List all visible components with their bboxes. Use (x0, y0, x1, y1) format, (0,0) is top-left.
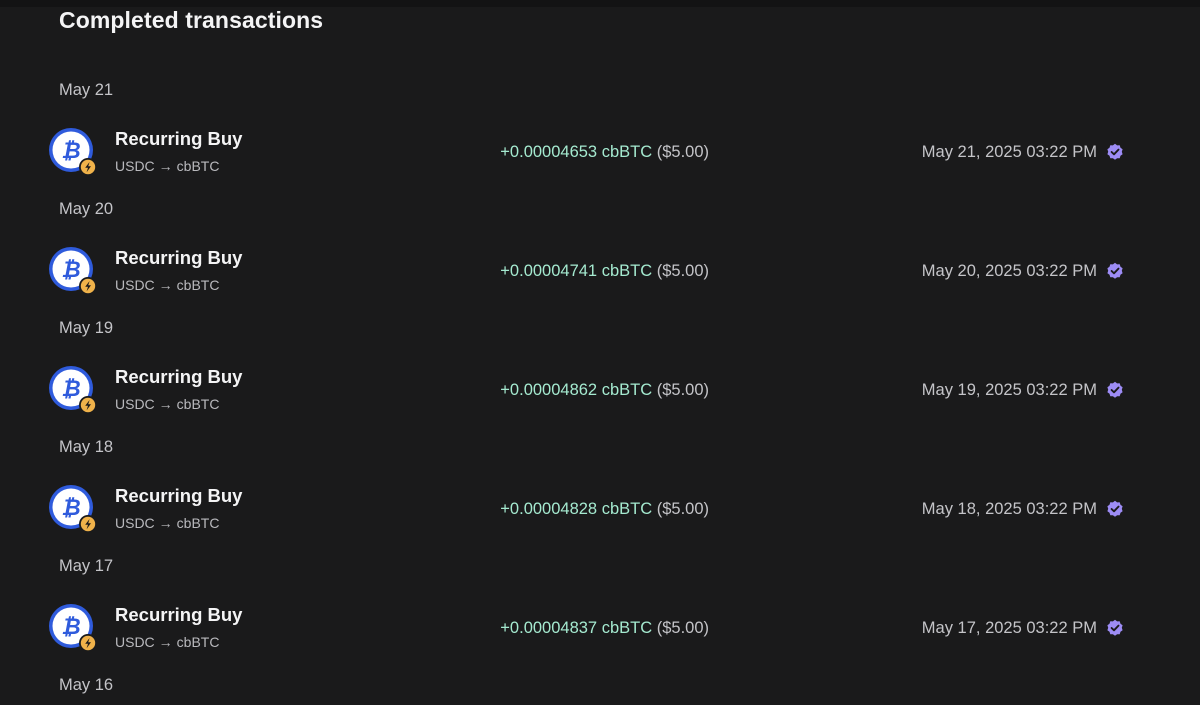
to-token: cbBTC (176, 277, 220, 293)
transaction-title: Recurring Buy (115, 366, 243, 387)
transaction-row[interactable]: Recurring Buy USDC → cbBTC +0.00004828 cbB… (48, 484, 1138, 534)
token-amount: +0.00004828 cbBTC (500, 500, 653, 518)
arrow-right-icon: → (158, 158, 173, 174)
transaction-pair: USDC → cbBTC (115, 515, 219, 531)
usd-value: ($5.00) (656, 500, 709, 518)
bitcoin-icon (48, 246, 98, 296)
arrow-right-icon: → (158, 634, 173, 650)
verified-check-icon (1106, 619, 1124, 637)
transaction-row[interactable]: Recurring Buy USDC → cbBTC +0.00004862 cbB… (48, 365, 1138, 415)
transaction-pair: USDC → cbBTC (115, 396, 219, 412)
transaction-timestamp: May 20, 2025 03:22 PM (921, 262, 1097, 280)
arrow-right-icon: → (158, 277, 173, 293)
bitcoin-icon (48, 127, 98, 177)
date-header: May 16 (59, 676, 114, 694)
token-amount: +0.00004741 cbBTC (500, 262, 653, 280)
transaction-title: Recurring Buy (115, 604, 243, 625)
from-token: USDC (115, 515, 155, 531)
verified-check-icon (1106, 143, 1124, 161)
transaction-pair: USDC → cbBTC (115, 158, 219, 174)
verified-check-icon (1106, 381, 1124, 399)
usd-value: ($5.00) (656, 619, 709, 637)
from-token: USDC (115, 396, 155, 412)
to-token: cbBTC (176, 158, 220, 174)
token-amount: +0.00004862 cbBTC (500, 381, 653, 399)
transaction-title: Recurring Buy (115, 485, 243, 506)
transaction-amount: +0.00004837 cbBTC ($5.00) (500, 619, 709, 638)
top-edge-bar (0, 0, 1200, 7)
bitcoin-icon (48, 603, 98, 653)
bitcoin-icon (48, 484, 98, 534)
usd-value: ($5.00) (656, 262, 709, 280)
transaction-row[interactable]: Recurring Buy USDC → cbBTC +0.00004741 cbB… (48, 246, 1138, 296)
transaction-amount: +0.00004653 cbBTC ($5.00) (500, 143, 709, 162)
transaction-title: Recurring Buy (115, 128, 243, 149)
usd-value: ($5.00) (656, 143, 709, 161)
date-header: May 20 (59, 200, 114, 218)
transaction-timestamp: May 21, 2025 03:22 PM (921, 143, 1097, 161)
transaction-row[interactable]: Recurring Buy USDC → cbBTC +0.00004653 cbB… (48, 127, 1138, 177)
date-header: May 17 (59, 557, 114, 575)
token-amount: +0.00004837 cbBTC (500, 619, 653, 637)
page-title: Completed transactions (59, 7, 324, 33)
transaction-title: Recurring Buy (115, 247, 243, 268)
transaction-pair: USDC → cbBTC (115, 277, 219, 293)
to-token: cbBTC (176, 515, 220, 531)
transaction-timestamp: May 18, 2025 03:22 PM (921, 500, 1097, 518)
from-token: USDC (115, 158, 155, 174)
verified-check-icon (1106, 500, 1124, 518)
transaction-row[interactable]: Recurring Buy USDC → cbBTC +0.00004837 cbB… (48, 603, 1138, 653)
from-token: USDC (115, 634, 155, 650)
verified-check-icon (1106, 262, 1124, 280)
date-header: May 18 (59, 438, 114, 456)
bitcoin-icon (48, 365, 98, 415)
token-amount: +0.00004653 cbBTC (500, 143, 653, 161)
date-header: May 21 (59, 81, 114, 99)
transaction-amount: +0.00004862 cbBTC ($5.00) (500, 381, 709, 400)
to-token: cbBTC (176, 634, 220, 650)
transaction-timestamp: May 19, 2025 03:22 PM (921, 381, 1097, 399)
arrow-right-icon: → (158, 396, 173, 412)
arrow-right-icon: → (158, 515, 173, 531)
transaction-timestamp: May 17, 2025 03:22 PM (921, 619, 1097, 637)
transaction-pair: USDC → cbBTC (115, 634, 219, 650)
date-header: May 19 (59, 319, 114, 337)
usd-value: ($5.00) (656, 381, 709, 399)
to-token: cbBTC (176, 396, 220, 412)
transaction-amount: +0.00004741 cbBTC ($5.00) (500, 262, 709, 281)
from-token: USDC (115, 277, 155, 293)
transaction-amount: +0.00004828 cbBTC ($5.00) (500, 500, 709, 519)
